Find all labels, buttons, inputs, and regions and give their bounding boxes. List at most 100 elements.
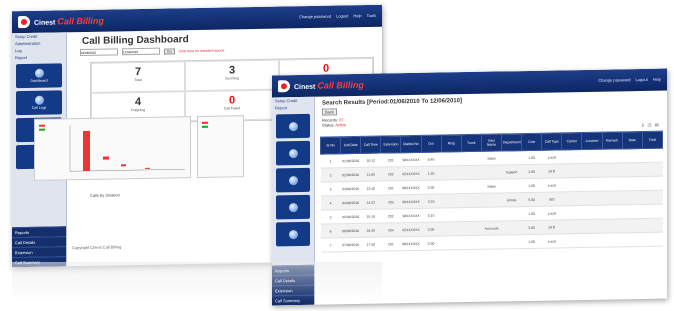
table-body: 1 01/06/2010 10:12 201 98XXXXXX 0:45 Sales 1.00… xyxy=(320,148,663,253)
nav-help[interactable]: Help xyxy=(653,77,661,82)
mail-icon[interactable]: ✉ xyxy=(655,123,659,129)
table-cell xyxy=(561,205,582,220)
column-header[interactable]: Remark xyxy=(602,131,623,150)
sidebar-link-report[interactable]: Report xyxy=(272,104,314,112)
export-icon[interactable]: ⇩ xyxy=(641,123,645,129)
table-cell: 15:10 xyxy=(360,209,381,224)
table-cell: 1.00 xyxy=(521,150,542,165)
table-cell: STD xyxy=(541,163,562,179)
sidebar-tile-alerts[interactable] xyxy=(276,167,310,193)
column-header[interactable]: Trunk xyxy=(461,134,482,152)
sidebar-tile-dashboard[interactable] xyxy=(276,113,310,139)
table-cell: 02/06/2010 xyxy=(340,167,361,182)
brand-name: Call Billing xyxy=(317,79,364,91)
table-cell xyxy=(602,176,623,192)
sidebar-tile-call-logs[interactable]: Call Logs xyxy=(16,90,62,116)
table-cell xyxy=(581,149,603,164)
column-header[interactable]: Call Date xyxy=(340,136,361,154)
window-reflection xyxy=(12,262,382,302)
table-cell: 1:20 xyxy=(421,165,442,181)
table-cell: 98XXXXXX xyxy=(400,208,422,223)
sidebar-tile-users[interactable] xyxy=(276,194,310,220)
top-nav: Change password Logout Help Tools xyxy=(299,13,376,19)
brand-prefix: Cinest xyxy=(294,83,316,92)
table-cell: 04/06/2010 xyxy=(340,195,361,210)
nav-tools[interactable]: Tools xyxy=(367,13,376,18)
top-nav: Change password Logout Help xyxy=(598,77,661,83)
table-cell xyxy=(501,150,522,165)
brand: Cinest Call Billing xyxy=(294,80,364,91)
table-cell: 201 xyxy=(380,180,401,196)
gear-icon xyxy=(288,229,298,239)
table-cell xyxy=(642,232,663,247)
table-cell xyxy=(602,162,623,178)
column-header[interactable]: Location xyxy=(581,132,603,150)
table-cell xyxy=(561,233,582,248)
nav-logout[interactable]: Logout xyxy=(336,13,348,18)
column-header[interactable]: Cost xyxy=(521,133,542,151)
chart-bar xyxy=(83,130,90,171)
column-header[interactable]: Sr No xyxy=(320,136,341,155)
table-cell xyxy=(622,176,643,191)
status-value: Active xyxy=(335,122,347,128)
calls-chart xyxy=(34,116,191,181)
table-cell xyxy=(581,177,603,192)
column-header[interactable]: Ring xyxy=(441,134,462,152)
table-cell: 0:45 xyxy=(421,151,442,167)
table-cell: Local xyxy=(541,177,562,193)
table-cell: Sales xyxy=(481,150,502,166)
sidebar-tile-settings[interactable] xyxy=(276,221,310,247)
nav-logout[interactable]: Logout xyxy=(636,77,648,82)
column-header[interactable]: Call Type xyxy=(541,132,562,151)
table-cell xyxy=(441,193,462,208)
table-cell: 10:12 xyxy=(360,153,381,168)
nav-change-password[interactable]: Change password xyxy=(598,77,630,83)
sidebar-tile-dashboard[interactable]: Dashboard xyxy=(16,63,62,89)
table-cell xyxy=(581,219,603,234)
table-cell xyxy=(602,204,623,220)
column-header[interactable]: Department xyxy=(501,133,522,151)
chart-bar xyxy=(103,156,109,160)
table-cell: 3:10 xyxy=(421,193,442,209)
results-toolbar: ⇩ ⎙ ✉ xyxy=(641,123,659,129)
back-button[interactable]: Back xyxy=(322,108,337,116)
column-header[interactable]: Rate xyxy=(622,131,643,149)
table-cell: 1.00 xyxy=(521,178,542,193)
tile-label: Call Logs xyxy=(31,105,47,110)
column-header[interactable]: Dur xyxy=(421,134,442,153)
sidebar-tile-call-logs[interactable] xyxy=(276,140,310,166)
nav-help[interactable]: Help xyxy=(353,13,361,18)
table-cell xyxy=(561,219,582,234)
stat-label: Incoming xyxy=(224,76,240,81)
from-date-input[interactable] xyxy=(80,48,118,57)
table-cell xyxy=(501,234,522,249)
table-cell: 1.00 xyxy=(521,206,542,221)
stat-label: Outgoing xyxy=(130,107,146,113)
column-header[interactable]: Call Time xyxy=(360,136,381,154)
to-date-input[interactable] xyxy=(122,47,160,56)
column-header[interactable]: Total xyxy=(642,131,663,149)
nav-change-password[interactable]: Change password xyxy=(299,14,331,20)
table-cell xyxy=(461,165,482,180)
tile-label: Dashboard xyxy=(30,78,48,83)
table-cell: 0:50 xyxy=(421,235,442,251)
table-cell xyxy=(602,218,623,234)
table-cell: 7 xyxy=(320,237,341,253)
table-cell xyxy=(441,207,462,222)
detailed-report-link[interactable]: Click here for detailed reports xyxy=(179,48,225,53)
sidebar-link-report[interactable]: Report xyxy=(12,53,66,61)
table-cell xyxy=(461,207,482,222)
table-cell xyxy=(602,148,623,164)
column-header[interactable]: Dialled No xyxy=(400,135,422,153)
stat-label: Call Failed xyxy=(223,106,241,111)
table-cell xyxy=(642,148,663,163)
column-header[interactable]: User Name xyxy=(481,133,502,152)
table-cell: Local xyxy=(541,205,562,221)
column-header[interactable]: Extension xyxy=(380,135,401,154)
go-button[interactable]: Go xyxy=(164,47,175,55)
table-cell xyxy=(481,164,502,180)
column-header[interactable]: Carrier xyxy=(561,132,582,150)
print-icon[interactable]: ⎙ xyxy=(648,123,652,129)
table-cell xyxy=(441,221,462,236)
table-cell xyxy=(561,163,582,178)
